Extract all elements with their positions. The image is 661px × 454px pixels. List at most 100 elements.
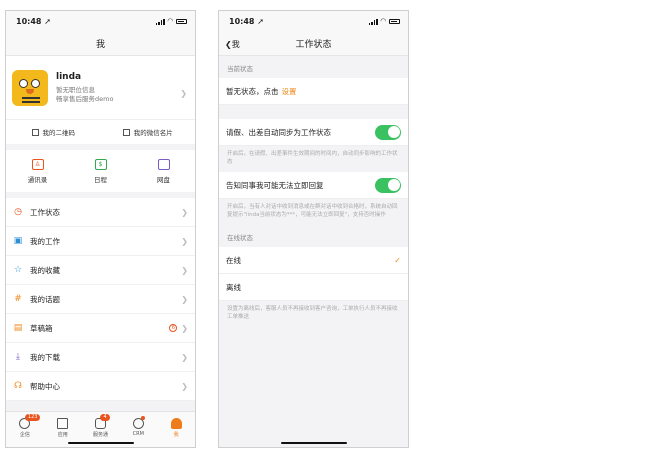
signal-icon [155,18,165,25]
tab-label: 应用 [57,432,68,438]
menu-item-label: 草稿箱 [30,323,53,333]
apps-icon [57,418,69,429]
quick-calendar[interactable]: $ 日程 [69,158,132,184]
notify-toggle[interactable] [375,177,401,193]
notify-label: 告知同事我可能无法立即回复 [226,180,324,190]
chevron-right-icon: ❯ [181,265,188,275]
chevron-right-icon: ❯ [181,236,188,246]
wifi-icon: ◠ [380,17,386,25]
online-option-offline[interactable]: 离线 [219,274,408,301]
avatar [12,69,48,106]
chevron-right-icon: ❯ [181,207,188,217]
home-indicator [67,441,134,444]
battery-icon [389,19,400,24]
menu-item-favorites[interactable]: ☆ 我的收藏 ❯ [6,256,195,285]
star-icon: ☆ [13,264,23,275]
quick-disk[interactable]: 网盘 [132,158,195,184]
notify-row: 告知同事我可能无法立即回复 [219,172,408,199]
status-time: 10:48 ➚ [229,17,264,26]
draft-count-badge: 6 [169,324,178,332]
home-indicator [280,441,347,444]
tab-me[interactable]: 我 [157,412,195,447]
profile-name: linda [56,71,82,82]
menu-item-work-status[interactable]: ◷ 工作状态 ❯ [6,198,195,227]
menu-item-label: 我的收藏 [30,265,60,275]
nav-bar: 我 [6,32,195,56]
hash-icon: # [14,293,22,304]
settings-menu: ◷ 工作状态 ❯ ▣ 我的工作 ❯ ☆ 我的收藏 ❯ # 我的话题 ❯ ▤ 草稿… [6,198,195,401]
current-status-row[interactable]: 暂无状态，点击 设置 [219,78,408,105]
work-icon: ▣ [13,235,23,246]
qr-row: 我的二维码 我的微信名片 [6,119,195,144]
headset-icon: ☊ [14,380,22,391]
crm-dot [141,416,146,420]
current-status-heading: 当前状态 [227,65,253,73]
status-bar: 10:48 ➚ ◠ [6,11,195,32]
chevron-right-icon: ❯ [181,352,188,362]
back-button[interactable]: ❮ 我 [225,32,240,56]
menu-item-label: 我的下载 [30,352,60,362]
draft-icon: ▤ [13,322,23,333]
option-label: 离线 [226,282,241,292]
menu-item-my-work[interactable]: ▣ 我的工作 ❯ [6,227,195,256]
chevron-right-icon: ❯ [181,294,188,304]
chevron-right-icon: ❯ [181,323,188,333]
profile-org: 畅享售后服务demo [56,94,114,103]
status-icons: ◠ [155,17,187,25]
download-icon: ⤓ [16,351,20,362]
sync-description: 开启后，在请假、出差事件生效期间的时间内，自动同步影响的工作状态 [227,151,398,165]
menu-item-topics[interactable]: # 我的话题 ❯ [6,285,195,314]
tab-chat[interactable]: 123 企信 [6,412,44,447]
me-icon [170,418,182,429]
clock-icon: ◷ [14,206,22,217]
menu-item-drafts[interactable]: ▤ 草稿箱 6 ❯ [6,314,195,343]
chat-badge: 123 [24,414,41,421]
phone-work-status-screen: 10:48 ➚ ◠ ❮ 我 工作状态 当前状态 暂无状态，点击 设置 请假、出差… [218,10,409,448]
option-label: 在线 [226,255,241,265]
sync-label: 请假、出差自动同步为工作状态 [226,127,331,137]
wifi-icon: ◠ [167,17,173,25]
quick-actions: ♙ 通讯录 $ 日程 网盘 [6,150,195,192]
sync-toggle[interactable] [375,124,401,140]
quick-calendar-label: 日程 [94,175,107,184]
phone-me-screen: 10:48 ➚ ◠ 我 linda 暂无职位信息 畅享售后服务demo ❯ 我的… [5,10,196,448]
tab-label: CRM [132,431,144,437]
quick-contacts-label: 通讯录 [27,175,48,184]
wechat-card-button[interactable]: 我的微信名片 [101,127,196,137]
profile-card[interactable]: linda 暂无职位信息 畅享售后服务demo ❯ [6,56,195,119]
quick-contacts[interactable]: ♙ 通讯录 [6,158,69,184]
nav-bar: ❮ 我 工作状态 [219,32,408,56]
profile-position: 暂无职位信息 [56,85,95,94]
status-icons: ◠ [368,17,400,25]
online-status-heading: 在线状态 [227,234,253,242]
menu-item-label: 我的话题 [30,294,60,304]
chevron-left-icon: ❮ [225,39,232,49]
back-label: 我 [231,39,240,49]
offline-description: 设置为离线后，客服人员不再接收到客户咨询，工单执行人员不再接收工单推送 [227,306,398,320]
quick-disk-label: 网盘 [157,175,170,184]
calendar-icon: $ [94,158,107,170]
current-status-text: 暂无状态，点击 [226,86,279,96]
qrcode-icon [31,128,39,136]
menu-item-downloads[interactable]: ⤓ 我的下载 ❯ [6,343,195,372]
wechat-card-label: 我的微信名片 [133,129,173,137]
disk-icon [157,158,170,170]
chevron-right-icon: ❯ [180,89,187,98]
check-icon: ✓ [394,255,401,265]
battery-icon [176,19,187,24]
page-title: 工作状态 [295,40,332,50]
set-status-link[interactable]: 设置 [282,86,297,97]
my-qrcode-button[interactable]: 我的二维码 [6,127,101,137]
notify-description: 开启后，当有人对话中收到消息或在群对话中收到合格时，系统自动回复提示"linda… [227,204,398,218]
menu-item-label: 我的工作 [30,236,60,246]
qrcode-label: 我的二维码 [42,129,76,137]
tab-label: 服务通 [92,432,108,438]
tab-label: 我 [173,432,179,438]
menu-item-label: 工作状态 [30,207,60,217]
menu-item-help[interactable]: ☊ 帮助中心 ❯ [6,372,195,401]
contacts-icon: ♙ [31,158,44,170]
sync-row: 请假、出差自动同步为工作状态 [219,119,408,146]
online-option-online[interactable]: 在线 ✓ [219,247,408,274]
signal-icon [368,18,378,25]
page-title: 我 [95,40,105,50]
